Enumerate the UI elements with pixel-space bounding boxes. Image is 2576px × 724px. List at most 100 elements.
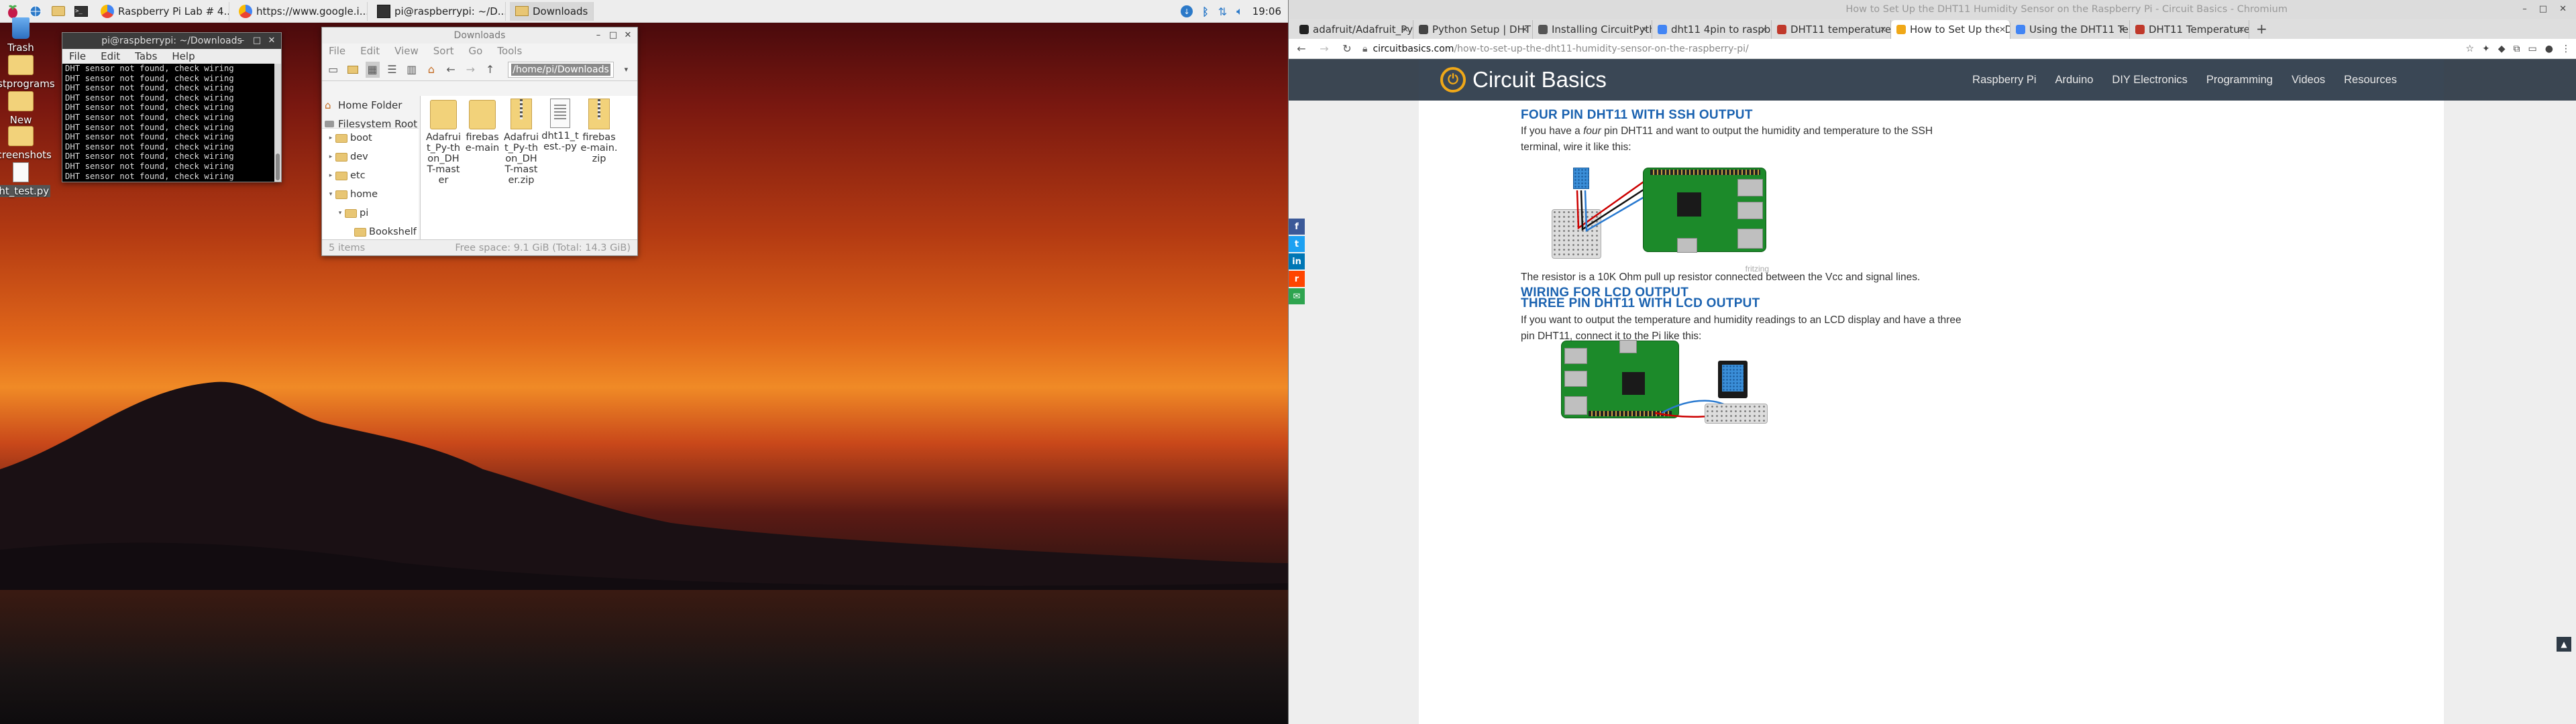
profile-icon[interactable]: ● xyxy=(2545,44,2553,54)
browser-tab[interactable]: Python Setup | DHT Hu✕ xyxy=(1413,20,1533,39)
close-icon[interactable]: ✕ xyxy=(623,29,633,40)
file-item[interactable]: Adafruit_Py-thon_DHT-master.zip xyxy=(502,96,540,186)
tree-item-bookshelf[interactable]: Bookshelf xyxy=(322,223,419,239)
address-bar[interactable]: 🔒︎ circuitbasics.com /how-to-set-up-the-… xyxy=(1362,40,2457,58)
file-manager-titlebar[interactable]: Downloads – □ ✕ xyxy=(322,27,637,44)
menu-help[interactable]: Help xyxy=(172,50,195,62)
nav-resources[interactable]: Resources xyxy=(2344,74,2397,86)
expander-icon[interactable]: ▾ xyxy=(335,210,345,217)
expander-icon[interactable]: ▾ xyxy=(326,191,335,198)
menu-file[interactable]: File xyxy=(69,50,86,62)
file-item[interactable]: firebase-main xyxy=(464,96,501,154)
nav-videos[interactable]: Videos xyxy=(2292,74,2325,86)
menu-edit[interactable]: Edit xyxy=(360,45,380,57)
share-button[interactable]: t xyxy=(1289,236,1305,252)
menu-dots-icon[interactable]: ⋮ xyxy=(2561,44,2571,54)
close-tab-icon[interactable]: ✕ xyxy=(1998,25,2006,34)
maximize-icon[interactable]: □ xyxy=(252,35,262,46)
new-tab-button[interactable]: + xyxy=(2256,21,2267,37)
terminal-window[interactable]: pi@raspberrypi: ~/Downloads – □ ✕ File E… xyxy=(62,32,282,182)
minimize-icon[interactable]: – xyxy=(593,29,604,40)
tree-item-boot[interactable]: ▸ boot xyxy=(322,129,419,147)
volume-icon[interactable]: 🔈︎ xyxy=(1236,5,1243,18)
tree-item-etc[interactable]: ▸ etc xyxy=(322,166,419,185)
menu-tabs[interactable]: Tabs xyxy=(135,50,157,62)
puzzle-icon[interactable]: ⧉ xyxy=(2514,44,2520,54)
desktop-icon-screenshots[interactable]: Screenshots xyxy=(0,123,54,161)
terminal-scrollbar[interactable] xyxy=(274,64,281,182)
close-tab-icon[interactable]: ✕ xyxy=(1880,25,1886,34)
icon-view-icon[interactable]: ▦ xyxy=(365,61,380,78)
home-icon[interactable]: ⌂ xyxy=(424,62,438,78)
browser-tab[interactable]: Installing CircuitPytho ✕ xyxy=(1533,20,1652,39)
nav-programming[interactable]: Programming xyxy=(2206,74,2273,86)
desktop-icon-dht-test[interactable]: dht_test.py xyxy=(0,160,54,197)
file-item[interactable]: dht11_test.-py xyxy=(541,96,579,152)
file-item[interactable]: firebase-main.zip xyxy=(580,96,618,164)
new-folder-icon[interactable] xyxy=(345,62,360,78)
up-arrow-icon[interactable]: ↑ xyxy=(483,62,497,78)
tree-item-home[interactable]: ▾ home xyxy=(322,185,419,204)
site-logo[interactable]: ⏻ Circuit Basics xyxy=(1440,67,1607,93)
expander-icon[interactable]: ▸ xyxy=(326,135,335,141)
forward-arrow-icon[interactable]: → xyxy=(464,62,478,78)
menu-go[interactable]: Go xyxy=(469,45,483,57)
menu-tools[interactable]: Tools xyxy=(497,45,522,57)
terminal-output[interactable]: DHT sensor not found, check wiring DHT se… xyxy=(62,64,281,182)
menu-edit[interactable]: Edit xyxy=(101,50,120,62)
bookmark-star-icon[interactable]: ☆ xyxy=(2465,44,2474,54)
list-view-icon[interactable]: ☰ xyxy=(385,62,399,78)
back-arrow-icon[interactable]: ← xyxy=(444,62,458,78)
network-icon[interactable]: ⇅ xyxy=(1218,5,1227,18)
maximize-icon[interactable]: □ xyxy=(2539,4,2547,14)
nav-raspberry-pi[interactable]: Raspberry Pi xyxy=(1972,74,2036,86)
terminal-launcher-icon[interactable]: >_ xyxy=(71,1,91,21)
close-tab-icon[interactable]: ✕ xyxy=(1641,25,1648,34)
browser-tab[interactable]: How to Set Up the DH ✕ xyxy=(1891,20,2010,39)
browser-tab[interactable]: Using the DHT11 Tem ✕ xyxy=(2010,20,2130,39)
bluetooth-icon[interactable]: ᛒ xyxy=(1202,5,1209,18)
desktop-icon-trash[interactable]: Trash xyxy=(0,16,54,54)
file-manager-window[interactable]: Downloads – □ ✕ File Edit View Sort Go T… xyxy=(321,27,638,256)
back-arrow-icon[interactable]: ← xyxy=(1294,42,1309,55)
minimize-icon[interactable]: – xyxy=(237,35,248,46)
share-button[interactable]: in xyxy=(1289,253,1305,269)
browser-tab[interactable]: adafruit/Adafruit_Pyth ✕ xyxy=(1294,20,1413,39)
terminal-titlebar[interactable]: pi@raspberrypi: ~/Downloads – □ ✕ xyxy=(62,33,281,49)
close-tab-icon[interactable]: ✕ xyxy=(1760,25,1767,34)
tree-item-dev[interactable]: ▸ dev xyxy=(322,147,419,166)
place-home-folder[interactable]: ⌂ Home Folder xyxy=(322,96,419,115)
extension-icon[interactable]: ◆ xyxy=(2498,44,2506,54)
task-file-manager[interactable]: Downloads xyxy=(510,1,594,21)
browser-tab[interactable]: DHT11 temperature an✕ xyxy=(1772,20,1891,39)
clock[interactable]: 19:06 xyxy=(1252,5,1281,17)
task-chromium-lab[interactable]: Raspberry Pi Lab # 4... xyxy=(95,1,229,21)
expander-icon[interactable]: ▸ xyxy=(326,154,335,160)
cast-icon[interactable]: ▭ xyxy=(2528,44,2537,54)
close-tab-icon[interactable]: ✕ xyxy=(2238,25,2245,34)
compact-view-icon[interactable]: ▥ xyxy=(405,62,419,78)
task-terminal[interactable]: pi@raspberrypi: ~/D... xyxy=(372,1,506,21)
maximize-icon[interactable]: □ xyxy=(608,29,619,40)
menu-file[interactable]: File xyxy=(329,45,345,57)
menu-sort[interactable]: Sort xyxy=(433,45,454,57)
minimize-icon[interactable]: – xyxy=(2522,4,2527,14)
nav-arduino[interactable]: Arduino xyxy=(2055,74,2094,86)
scroll-to-top-button[interactable]: ▲ xyxy=(2557,637,2571,652)
nav-diy-electronics[interactable]: DIY Electronics xyxy=(2112,74,2188,86)
close-icon[interactable]: ✕ xyxy=(2559,4,2567,14)
close-tab-icon[interactable]: ✕ xyxy=(2118,25,2125,34)
tree-item-pi[interactable]: ▾ pi xyxy=(322,204,419,223)
close-tab-icon[interactable]: ✕ xyxy=(1402,25,1409,34)
expander-icon[interactable]: ▸ xyxy=(326,172,335,179)
menu-view[interactable]: View xyxy=(394,45,419,57)
desktop-icon-new[interactable]: New xyxy=(0,88,54,126)
reload-icon[interactable]: ↻ xyxy=(1340,42,1354,55)
browser-tab[interactable]: DHT11 Temperature ar✕ xyxy=(2130,20,2249,39)
browser-tab[interactable]: dht11 4pin to raspberr✕ xyxy=(1652,20,1772,39)
extension-icon[interactable]: ✦ xyxy=(2482,44,2490,54)
desktop-icon-testprograms[interactable]: testprograms xyxy=(0,52,55,90)
chromium-window[interactable]: How to Set Up the DHT11 Humidity Sensor … xyxy=(1288,0,2576,724)
close-tab-icon[interactable]: ✕ xyxy=(1521,25,1528,34)
close-icon[interactable]: ✕ xyxy=(266,35,277,46)
